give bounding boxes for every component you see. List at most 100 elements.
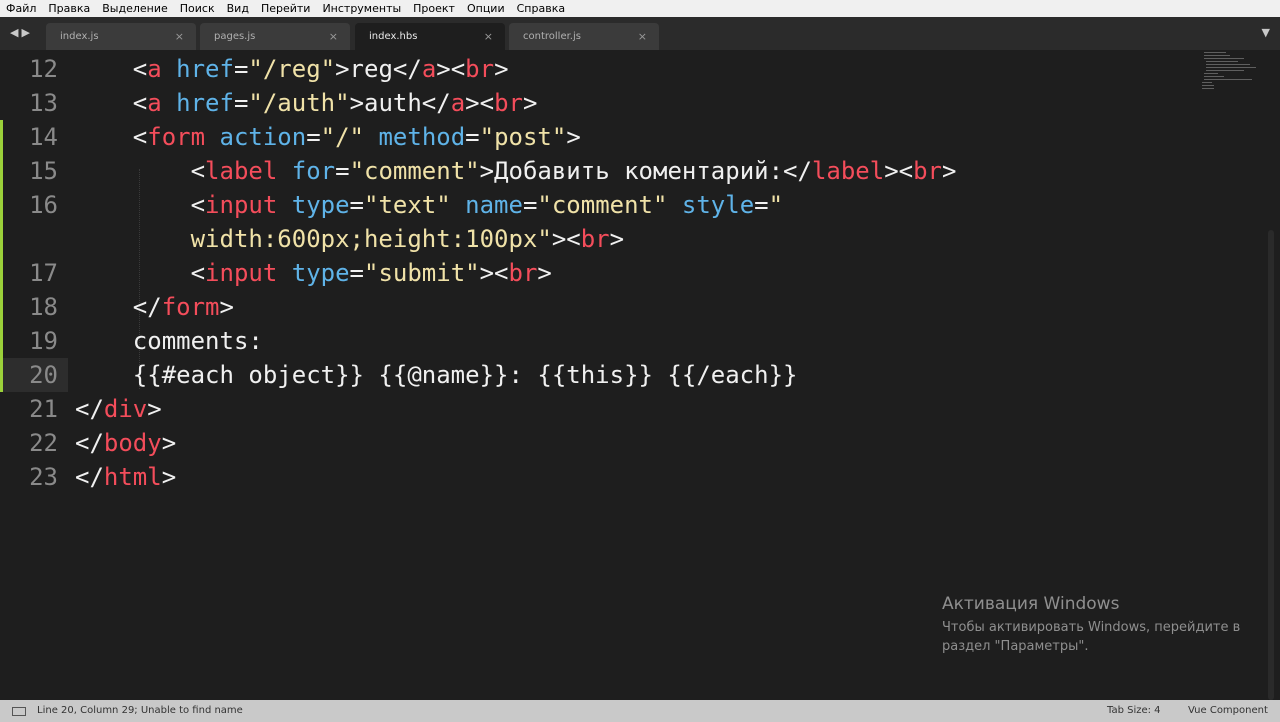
status-tab-size[interactable]: Tab Size: 4 xyxy=(1107,700,1161,722)
tab-nav-arrows-icon[interactable]: ◀▶ xyxy=(10,26,33,39)
minimap[interactable] xyxy=(1200,50,1262,100)
watermark-line-1: Чтобы активировать Windows, перейдите в xyxy=(942,620,1241,635)
code-line[interactable]: width:600px;height:100px"><br> xyxy=(75,222,625,256)
text-token: = xyxy=(233,55,249,83)
menu-find[interactable]: Поиск xyxy=(174,0,221,17)
text-token: >< xyxy=(465,89,495,117)
code-line[interactable]: <input type="submit"><br> xyxy=(75,256,552,290)
menu-file[interactable]: Файл xyxy=(0,0,42,17)
attribute-token: for xyxy=(291,157,336,185)
tag-token: input xyxy=(205,259,278,287)
tab-label: pages.js xyxy=(214,31,256,42)
tag-token: div xyxy=(103,395,148,423)
line-number: 20 xyxy=(29,361,58,389)
text-token: > xyxy=(161,429,177,457)
code-line[interactable]: <a href="/reg">reg</a><br> xyxy=(75,52,509,86)
tag-token: a xyxy=(421,55,437,83)
text-token: = xyxy=(306,123,321,151)
close-icon[interactable]: × xyxy=(638,23,647,50)
tag-token: body xyxy=(103,429,162,457)
text-token: comments: xyxy=(132,327,263,355)
attribute-token: type xyxy=(291,191,350,219)
attribute-token: href xyxy=(176,55,234,83)
string-token: "/reg" xyxy=(248,55,336,83)
attribute-token: href xyxy=(176,89,234,117)
text-token: < xyxy=(132,55,148,83)
status-syntax[interactable]: Vue Component xyxy=(1188,700,1268,722)
menu-bar: Файл Правка Выделение Поиск Вид Перейти … xyxy=(0,0,1280,17)
line-number: 17 xyxy=(29,259,58,287)
tab-pages-js[interactable]: pages.js × xyxy=(200,23,350,50)
tab-label: index.js xyxy=(60,31,99,42)
menu-project[interactable]: Проект xyxy=(407,0,461,17)
code-line[interactable]: </div> xyxy=(75,392,162,426)
tag-token: a xyxy=(450,89,466,117)
string-token: "post" xyxy=(479,123,567,151)
menu-view[interactable]: Вид xyxy=(221,0,255,17)
tag-token: a xyxy=(147,89,162,117)
line-number: 23 xyxy=(29,463,58,491)
text-token: > xyxy=(942,157,957,185)
code-line[interactable]: <a href="/auth">auth</a><br> xyxy=(75,86,538,120)
vertical-scrollbar[interactable] xyxy=(1268,230,1274,700)
string-token: "submit" xyxy=(364,259,480,287)
line-number: 21 xyxy=(29,395,58,423)
code-line[interactable]: comments: xyxy=(75,324,263,358)
tab-dropdown-icon[interactable]: ▼ xyxy=(1262,26,1270,39)
tab-index-hbs[interactable]: index.hbs × xyxy=(355,23,505,50)
code-line[interactable]: </html> xyxy=(75,460,176,494)
attribute-token: method xyxy=(378,123,466,151)
text-token: < xyxy=(190,191,206,219)
tab-controller-js[interactable]: controller.js × xyxy=(509,23,659,50)
tag-token: input xyxy=(205,191,278,219)
code-line[interactable]: {{#each object}} {{@name}}: {{this}} {{/… xyxy=(75,358,798,392)
menu-selection[interactable]: Выделение xyxy=(96,0,174,17)
tag-token: br xyxy=(913,157,943,185)
modified-line-marker xyxy=(0,222,3,256)
close-icon[interactable]: × xyxy=(329,23,338,50)
code-line[interactable]: <form action="/" method="post"> xyxy=(75,120,581,154)
tag-token: label xyxy=(205,157,278,185)
menu-tools[interactable]: Инструменты xyxy=(316,0,407,17)
text-token: >reg</ xyxy=(335,55,422,83)
close-icon[interactable]: × xyxy=(175,23,184,50)
text-token: </ xyxy=(75,463,104,491)
line-number: 15 xyxy=(29,157,58,185)
string-token: "/" xyxy=(320,123,365,151)
tag-token: br xyxy=(508,259,538,287)
panel-toggle-icon[interactable] xyxy=(12,707,26,716)
text-token: >< xyxy=(479,259,509,287)
code-line[interactable]: </form> xyxy=(75,290,234,324)
text-token: > xyxy=(551,225,567,253)
string-token: "/auth" xyxy=(248,89,350,117)
code-line[interactable]: </body> xyxy=(75,426,176,460)
tag-token: br xyxy=(494,89,523,117)
tag-token: a xyxy=(147,55,162,83)
code-line[interactable]: <label for="comment">Добавить коментарий… xyxy=(75,154,957,188)
windows-activation-watermark: Активация Windows Чтобы активировать Win… xyxy=(942,593,1240,656)
code-line[interactable]: <input type="text" name="comment" style=… xyxy=(75,188,783,222)
menu-goto[interactable]: Перейти xyxy=(255,0,317,17)
string-token: width:600px;height:100px" xyxy=(190,225,552,253)
text-token: = xyxy=(465,123,480,151)
string-token: "comment" xyxy=(349,157,480,185)
tag-token: form xyxy=(147,123,206,151)
line-number: 12 xyxy=(29,55,58,83)
line-number: 14 xyxy=(29,123,58,151)
menu-help[interactable]: Справка xyxy=(511,0,571,17)
menu-preferences[interactable]: Опции xyxy=(461,0,511,17)
menu-edit[interactable]: Правка xyxy=(42,0,96,17)
text-token: > xyxy=(537,259,552,287)
close-icon[interactable]: × xyxy=(484,23,493,50)
status-bar: Line 20, Column 29; Unable to find name … xyxy=(0,700,1280,722)
tab-index-js[interactable]: index.js × xyxy=(46,23,196,50)
